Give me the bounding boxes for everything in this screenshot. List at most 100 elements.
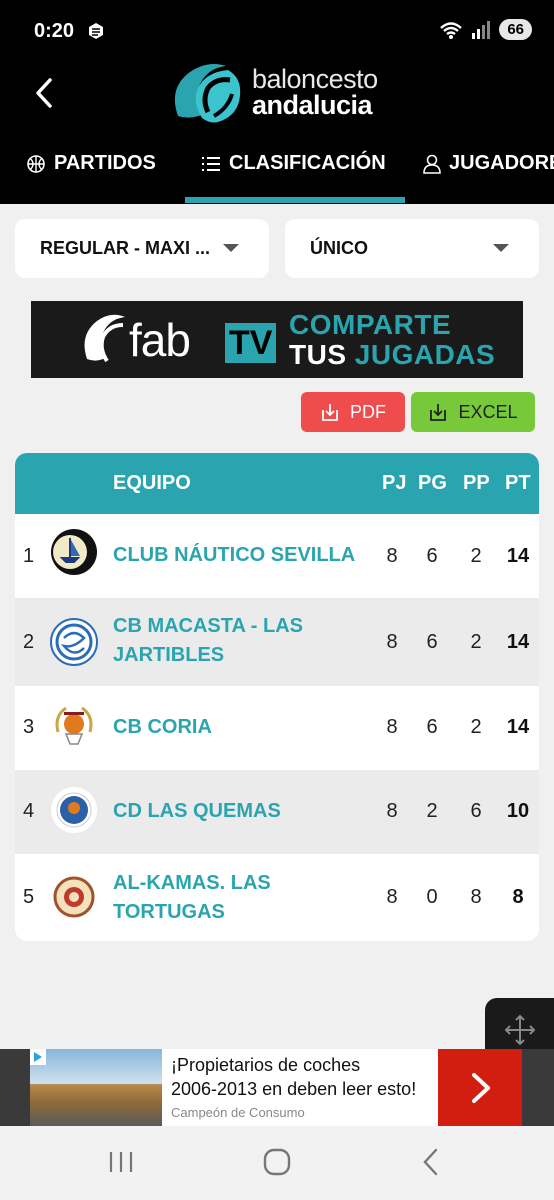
- export-excel-button[interactable]: EXCEL: [411, 392, 535, 432]
- team-name[interactable]: CB MACASTA - LAS JARTIBLES: [113, 612, 378, 670]
- section-tabs: PARTIDOS CLASIFICACIÓN JUGADORES: [0, 140, 554, 204]
- signal-icon: [472, 20, 491, 39]
- home-icon[interactable]: [263, 1148, 291, 1176]
- team-name[interactable]: CLUB NÁUTICO SEVILLA: [113, 541, 378, 570]
- header-pt: PT: [505, 472, 531, 494]
- chevron-down-icon: [223, 244, 239, 252]
- ad-source: Campeón de Consumo: [171, 1105, 305, 1120]
- chevron-right-icon: [472, 1073, 490, 1103]
- team-crest-icon: [51, 787, 97, 833]
- cell-pt: 10: [506, 800, 530, 822]
- cell-pj: 8: [386, 545, 398, 567]
- standings-table: EQUIPO PJ PG PP PT 1 CLUB NÁUTICO SEVILL…: [15, 453, 539, 941]
- ad-headline-1: ¡Propietarios de coches: [171, 1055, 361, 1075]
- move-arrows-icon: [504, 1014, 536, 1046]
- brand-name-bottom: andalucia: [252, 90, 373, 120]
- competition-select-value: REGULAR - MAXI ...: [40, 238, 210, 258]
- status-indicators: 66: [439, 19, 532, 40]
- active-tab-indicator: [185, 197, 405, 203]
- back-nav-icon[interactable]: [420, 1148, 442, 1176]
- banner-tv-text: TV: [225, 323, 277, 363]
- advertisement-banner[interactable]: ¡Propietarios de coches 2006-2013 en deb…: [0, 1049, 554, 1126]
- table-row[interactable]: 5 AL-KAMAS. LAS TORTUGAS 8 0 8 8: [15, 854, 539, 941]
- ad-right-edge: [522, 1049, 554, 1126]
- tab-clasificacion[interactable]: CLASIFICACIÓN: [201, 152, 386, 175]
- cell-pg: 6: [426, 716, 438, 738]
- tab-jugadores[interactable]: JUGADORES: [423, 152, 554, 175]
- filters-row: REGULAR - MAXI ... ÚNICO: [15, 219, 539, 278]
- table-row[interactable]: 3 CB CORIA 8 6 2 14: [15, 686, 539, 770]
- table-row[interactable]: 1 CLUB NÁUTICO SEVILLA 8 6 2 14: [15, 514, 539, 598]
- cell-pg: 6: [426, 545, 438, 567]
- download-icon: [322, 404, 338, 421]
- cell-pp: 2: [470, 631, 482, 653]
- export-pdf-label: PDF: [350, 401, 386, 422]
- header-pp: PP: [463, 472, 490, 494]
- battery-indicator: 66: [499, 19, 532, 40]
- back-arrow-icon[interactable]: [32, 76, 56, 110]
- download-icon: [430, 404, 447, 421]
- team-name[interactable]: CD LAS QUEMAS: [113, 797, 378, 826]
- row-position: 2: [23, 631, 35, 653]
- cell-pg: 0: [426, 886, 438, 908]
- cell-pj: 8: [386, 886, 398, 908]
- banner-line-1: COMPARTE: [289, 309, 452, 340]
- ad-headline-2: 2006-2013 en deben leer esto!: [171, 1079, 417, 1099]
- ad-choices-icon[interactable]: [30, 1049, 46, 1065]
- fabtv-banner[interactable]: fab TV COMPARTE TUS JUGADAS: [31, 301, 523, 378]
- team-crest-icon: [51, 529, 97, 575]
- chevron-down-icon: [493, 244, 509, 252]
- table-row[interactable]: 4 CD LAS QUEMAS 8 2 6 10: [15, 770, 539, 854]
- cell-pg: 2: [426, 800, 438, 822]
- status-time: 0:20: [34, 20, 75, 42]
- cell-pp: 2: [470, 545, 482, 567]
- tab-partidos[interactable]: PARTIDOS: [26, 152, 156, 175]
- banner-line-2: TUS JUGADAS: [289, 339, 495, 371]
- team-crest-icon: [51, 874, 97, 920]
- group-select-value: ÚNICO: [310, 238, 368, 258]
- cell-pt: 14: [506, 631, 530, 653]
- cell-pj: 8: [386, 716, 398, 738]
- competition-select[interactable]: REGULAR - MAXI ...: [15, 219, 269, 278]
- row-position: 4: [23, 800, 35, 822]
- team-name[interactable]: AL-KAMAS. LAS TORTUGAS: [113, 869, 378, 927]
- table-row[interactable]: 2 CB MACASTA - LAS JARTIBLES 8 6 2 14: [15, 598, 539, 686]
- cell-pg: 6: [426, 631, 438, 653]
- header-pj: PJ: [382, 472, 407, 494]
- cell-pj: 8: [386, 631, 398, 653]
- app-notification-icon: [89, 23, 103, 39]
- team-name[interactable]: CB CORIA: [113, 713, 378, 742]
- banner-fab-text: fab: [129, 314, 191, 366]
- baloncesto-andalucia-logo-icon: [174, 64, 241, 123]
- cell-pp: 8: [470, 886, 482, 908]
- ad-image[interactable]: [30, 1049, 162, 1126]
- cell-pt: 14: [506, 716, 530, 738]
- group-select[interactable]: ÚNICO: [285, 219, 539, 278]
- header-pg: PG: [418, 472, 447, 494]
- banner-line-2a: TUS: [289, 339, 347, 370]
- team-crest-icon: [50, 618, 98, 666]
- export-pdf-button[interactable]: PDF: [301, 392, 405, 432]
- cell-pp: 2: [470, 716, 482, 738]
- move-handle[interactable]: [485, 998, 554, 1050]
- ad-left-edge: [0, 1049, 30, 1126]
- recent-apps-icon[interactable]: [108, 1150, 134, 1174]
- tab-partidos-label: PARTIDOS: [54, 152, 156, 174]
- row-position: 5: [23, 886, 35, 908]
- table-header: EQUIPO PJ PG PP PT: [15, 453, 539, 514]
- system-navigation-bar: [0, 1126, 554, 1200]
- cell-pp: 6: [470, 800, 482, 822]
- fab-logo-icon: [84, 314, 125, 363]
- cell-pt: 8: [512, 886, 524, 908]
- list-icon: [202, 156, 220, 171]
- ad-cta-button[interactable]: [438, 1049, 523, 1126]
- app-header: baloncesto andalucia: [0, 60, 554, 140]
- cell-pt: 14: [506, 545, 530, 567]
- status-bar: 0:20 66: [0, 0, 554, 60]
- export-excel-label: EXCEL: [458, 401, 518, 422]
- cell-pj: 8: [386, 800, 398, 822]
- team-crest-icon: [51, 703, 97, 749]
- wifi-icon: [440, 21, 463, 39]
- person-icon: [423, 154, 441, 174]
- row-position: 1: [23, 545, 35, 567]
